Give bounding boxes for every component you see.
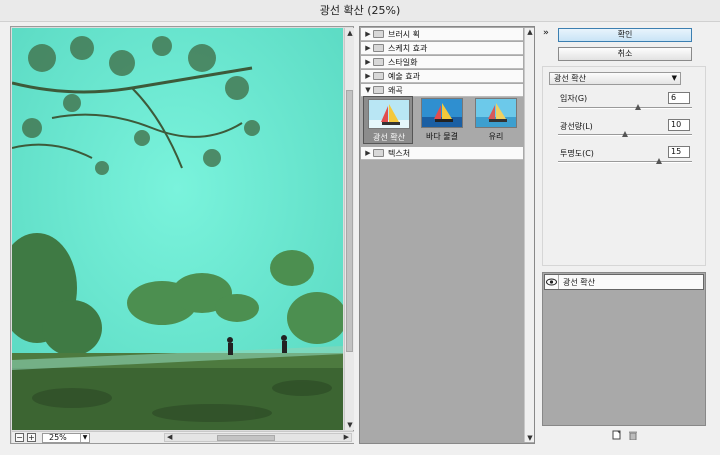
zoom-in-button[interactable]: + (27, 433, 36, 442)
category-brush-strokes[interactable]: ▶ 브러시 획 (361, 28, 523, 41)
clear-amount-slider-thumb[interactable] (655, 158, 662, 164)
expand-arrow-icon: ▶ (365, 30, 371, 38)
filter-select[interactable]: 광선 확산 ▼ (549, 72, 681, 85)
glow-amount-slider-thumb[interactable] (622, 131, 628, 137)
trash-icon[interactable] (628, 430, 638, 443)
category-label: 왜곡 (388, 85, 403, 95)
zoom-select[interactable]: 25% ▼ (42, 432, 90, 443)
effect-layer-row[interactable]: 광선 확산 (544, 274, 704, 290)
preview-vertical-scrollbar[interactable]: ▲ ▼ (344, 28, 354, 430)
preview-photo (12, 28, 343, 430)
folder-icon (373, 72, 384, 80)
collapse-gallery-icon[interactable]: » (543, 28, 549, 38)
category-sketch[interactable]: ▶ 스케치 효과 (361, 42, 523, 55)
scroll-right-icon[interactable]: ▶ (344, 433, 349, 441)
category-label: 텍스처 (388, 148, 411, 158)
filter-gallery: ▶ 브러시 획 ▶ 스케치 효과 ▶ 스타일화 ▶ 예술 효과 ▼ 왜곡 광선 … (359, 26, 535, 444)
glow-amount-slider[interactable] (558, 131, 692, 137)
expand-arrow-icon: ▶ (365, 44, 371, 52)
preview-vscroll-thumb[interactable] (346, 90, 353, 352)
layer-actions (612, 430, 638, 443)
thumbnail-image (421, 98, 463, 128)
thumbnail-diffuse-glow[interactable]: 광선 확산 (363, 96, 413, 144)
graininess-slider[interactable] (558, 104, 692, 110)
clear-amount-input[interactable]: 15 (668, 146, 690, 158)
graininess-input[interactable]: 6 (668, 92, 690, 104)
distort-thumbnails: 광선 확산 바다 물결 유리 (361, 96, 523, 144)
category-label: 스케치 효과 (388, 43, 428, 53)
category-label: 스타일화 (388, 57, 418, 67)
category-texture[interactable]: ▶ 텍스처 (361, 147, 523, 160)
folder-icon (373, 44, 384, 52)
eye-icon[interactable] (545, 275, 559, 289)
category-label: 예술 효과 (388, 71, 420, 81)
category-artistic[interactable]: ▶ 예술 효과 (361, 70, 523, 83)
preview-image[interactable] (12, 28, 343, 430)
cancel-button[interactable]: 취소 (558, 47, 692, 61)
chevron-down-icon: ▼ (671, 74, 677, 82)
window-title: 광선 확산 (25%) (0, 0, 720, 22)
glow-amount-input[interactable]: 10 (668, 119, 690, 131)
param-label-graininess: 입자(G) (560, 94, 588, 103)
thumbnail-label: 바다 물결 (426, 132, 458, 141)
gallery-scrollbar[interactable]: ▲ ▼ (524, 28, 534, 442)
clear-amount-slider[interactable] (558, 158, 692, 164)
expand-arrow-icon: ▶ (365, 58, 371, 66)
param-label-clear-amount: 투명도(C) (560, 149, 594, 158)
folder-icon (373, 58, 384, 66)
new-layer-icon[interactable] (612, 430, 622, 443)
scroll-down-icon[interactable]: ▼ (345, 420, 355, 430)
expand-arrow-icon: ▶ (365, 149, 371, 157)
preview-pane: ▲ ▼ − + 25% ▼ ◀ ▶ (10, 26, 354, 444)
folder-open-icon (373, 86, 384, 94)
thumbnail-label: 광선 확산 (373, 133, 405, 142)
zoom-out-button[interactable]: − (15, 433, 24, 442)
expand-arrow-icon: ▶ (365, 72, 371, 80)
thumbnail-glass[interactable]: 유리 (471, 96, 521, 144)
collapse-arrow-icon: ▼ (365, 86, 371, 94)
scroll-left-icon[interactable]: ◀ (167, 433, 172, 441)
zoom-value: 25% (49, 432, 67, 442)
folder-icon (373, 30, 384, 38)
effect-layer-label: 광선 확산 (563, 277, 595, 287)
thumbnail-label: 유리 (488, 132, 504, 141)
ok-button[interactable]: 확인 (558, 28, 692, 42)
graininess-slider-thumb[interactable] (635, 104, 642, 110)
thumbnail-ocean-ripple[interactable]: 바다 물결 (417, 96, 467, 144)
filter-select-value: 광선 확산 (554, 74, 586, 83)
category-stylize[interactable]: ▶ 스타일화 (361, 56, 523, 69)
chevron-down-icon: ▼ (80, 433, 89, 442)
scroll-up-icon[interactable]: ▲ (525, 28, 535, 36)
thumbnail-image (368, 99, 410, 129)
preview-status-bar: − + 25% ▼ ◀ ▶ (12, 431, 354, 443)
scroll-down-icon[interactable]: ▼ (525, 434, 535, 442)
category-label: 브러시 획 (388, 29, 420, 39)
effect-layers-panel: 광선 확산 (542, 272, 706, 426)
preview-hscroll-thumb[interactable] (217, 435, 275, 441)
thumbnail-image (475, 98, 517, 128)
scroll-up-icon[interactable]: ▲ (345, 28, 355, 38)
preview-horizontal-scrollbar[interactable]: ◀ ▶ (164, 433, 352, 442)
param-label-glow-amount: 광선량(L) (560, 122, 593, 131)
folder-icon (373, 149, 384, 157)
